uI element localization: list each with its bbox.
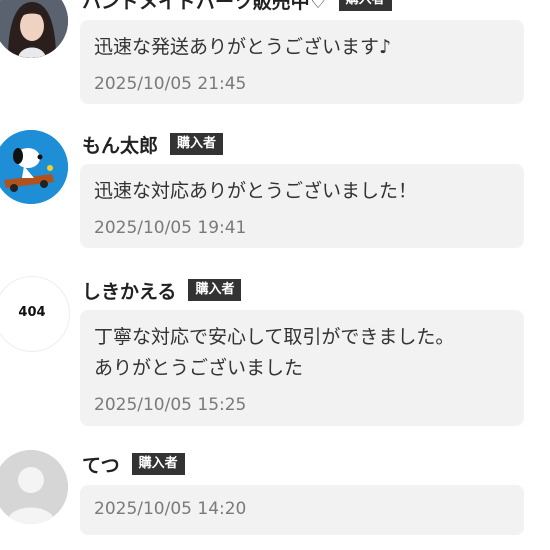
comment-bubble: 迅速な発送ありがとうございます♪ 2025/10/05 21:45 [80,20,524,104]
comment-bubble: 2025/10/05 14:20 [80,485,524,535]
reviewer-header: しきかえる 購入者 [82,276,242,304]
reviewer-name[interactable]: てつ [82,451,120,478]
reviewer-header: もん太郎 購入者 [82,130,224,158]
comment-bubble: 丁寧な対応で安心して取引ができました。 ありがとうございました 2025/10/… [80,310,524,426]
reviewer-name[interactable]: ハンドメイドパーツ販売中♡ [82,0,327,14]
not-found-icon[interactable]: 404 [0,276,70,352]
comment-text: 迅速な発送ありがとうございます♪ [94,36,392,58]
comment-text: 丁寧な対応で安心して取引ができました。 ありがとうございました [94,326,455,379]
comment-timestamp: 2025/10/05 21:45 [94,74,247,94]
default-user-icon[interactable] [0,450,68,524]
comment-timestamp: 2025/10/05 15:25 [94,395,247,415]
snoopy-car-icon[interactable] [0,130,68,204]
reviewer-name[interactable]: しきかえる [82,277,176,304]
buyer-badge: 購入者 [188,279,242,301]
reviewer-header: てつ 購入者 [82,450,185,478]
buyer-badge: 購入者 [170,133,224,155]
person-photo-icon[interactable] [0,0,68,58]
comment-timestamp: 2025/10/05 19:41 [94,218,247,238]
buyer-badge: 購入者 [131,453,185,475]
comment-timestamp: 2025/10/05 14:20 [94,499,247,519]
buyer-badge: 購入者 [338,0,392,11]
reviewer-name[interactable]: もん太郎 [82,131,158,158]
avatar-404-text: 404 [18,305,46,320]
comment-text: 迅速な対応ありがとうございました！ [94,180,418,202]
reviewer-header: ハンドメイドパーツ販売中♡ 購入者 [82,0,392,14]
comment-bubble: 迅速な対応ありがとうございました！ 2025/10/05 19:41 [80,164,524,248]
